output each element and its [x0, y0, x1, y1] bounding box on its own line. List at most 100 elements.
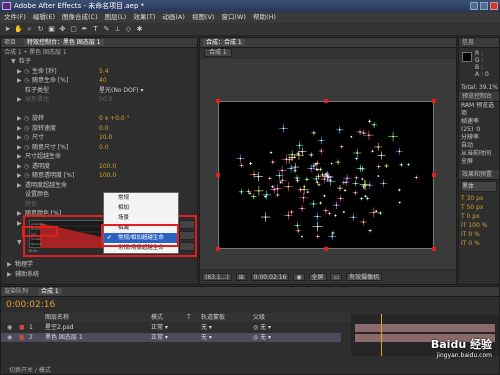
playhead[interactable]	[381, 314, 382, 356]
effect-row[interactable]: ▶ 球形柔化 50.0	[1, 95, 197, 104]
layer-parent-select[interactable]: ◎ 无 ▾	[253, 323, 271, 332]
tab-project[interactable]: 项目	[4, 39, 16, 46]
puppet-tool-icon[interactable]: ✱	[135, 25, 144, 34]
stopwatch-icon[interactable]: ◷	[24, 114, 29, 123]
stopwatch-icon[interactable]: ◷	[24, 143, 29, 152]
tab-preview[interactable]: 预览控制台	[459, 92, 499, 102]
effect-row[interactable]: ▶ ◷ 生命 [秒] 5.4	[1, 67, 197, 76]
font-select[interactable]: 黑体	[461, 181, 497, 192]
camera-tool-icon[interactable]: ▣	[47, 25, 56, 34]
effect-row[interactable]: ▶ ◷ 透明度 100.0	[1, 162, 197, 171]
zoom-tool-icon[interactable]: ⌕	[25, 25, 34, 34]
rotate-tool-icon[interactable]: ↻	[36, 25, 45, 34]
effect-row-value[interactable]: 100.0	[99, 171, 116, 180]
effect-row-value[interactable]: 50.0	[99, 95, 112, 104]
pen-tool-icon[interactable]: ✒	[80, 25, 89, 34]
expand-right-icon[interactable]: ▶	[17, 162, 22, 171]
composition-canvas[interactable]	[218, 101, 434, 249]
layer-bar-1[interactable]	[355, 324, 495, 332]
character-scale-value[interactable]: IT 0 %	[461, 230, 499, 239]
effect-row[interactable]: ▶ ◷ 随意生命 [%] 40	[1, 76, 197, 85]
effect-row-value[interactable]: 40	[99, 76, 107, 85]
expand-right-icon[interactable]: ▶	[17, 209, 22, 218]
maximize-button[interactable]	[480, 2, 488, 10]
resolution-select[interactable]: 全屏	[308, 273, 327, 281]
effect-row[interactable]: ▶ ◷ 旋转速度 0.0	[1, 124, 197, 133]
timeline-layer-row[interactable]: ◉ ■ 2 黑色 固态层 1 正常 ▾ 无 ▾ ◎ 无 ▾	[1, 333, 341, 342]
expand-right-icon[interactable]: ▶	[17, 219, 22, 228]
tab-render-queue[interactable]: 渲染队列	[4, 288, 28, 295]
expand-right-icon[interactable]: ▶	[17, 95, 22, 104]
tab-composition[interactable]: 合成：合成 1	[203, 39, 245, 46]
clone-tool-icon[interactable]: ⊥	[113, 25, 122, 34]
tab-effects-presets[interactable]: 效果和预置	[459, 170, 499, 180]
mask-tool-icon[interactable]: ▢	[69, 25, 78, 34]
timeline-timecode[interactable]: 0:00:02:16	[1, 297, 499, 313]
character-size-value[interactable]: T 0 px	[461, 212, 499, 221]
layer-label-color[interactable]: ■	[19, 333, 25, 342]
dropdown-option[interactable]: ✔ 常规/相加超越生命	[104, 233, 178, 243]
handle-bottom-right[interactable]	[432, 247, 436, 251]
handle-bottom-left[interactable]	[216, 247, 220, 251]
text-tool-icon[interactable]: T	[91, 25, 100, 34]
effect-row-value[interactable]: 0 x +0.0 °	[99, 114, 130, 123]
expand-right-icon[interactable]: ▶	[17, 114, 22, 123]
effect-row[interactable]: ▶ ◷ 随意透明度 [%] 100.0	[1, 171, 197, 180]
minimize-button[interactable]	[470, 2, 478, 10]
particle-type-select[interactable]: 星光(No DOF) ▾	[99, 86, 143, 95]
effect-row[interactable]: 粒子类型 星光(No DOF) ▾	[1, 86, 197, 95]
eraser-tool-icon[interactable]: ◇	[124, 25, 133, 34]
effect-row[interactable]	[1, 105, 197, 114]
stopwatch-icon[interactable]: ◷	[24, 67, 29, 76]
expand-right-icon[interactable]: ▶	[17, 171, 22, 180]
effect-row[interactable]: ▶ ◷ 旋转 0 x +0.0 °	[1, 114, 197, 123]
handle-bottom-center[interactable]	[324, 247, 328, 251]
col-mode[interactable]: 模式	[151, 313, 163, 322]
stopwatch-icon[interactable]: ◷	[24, 76, 29, 85]
effect-row[interactable]: ▶ 尺寸超越生命	[1, 152, 197, 161]
effect-row-value[interactable]: 0.0	[99, 143, 109, 152]
tab-effect-controls[interactable]: 特效控制台：黑色 固态层 1	[23, 39, 104, 46]
composition-viewer[interactable]	[200, 59, 456, 269]
layer-track-matte-select[interactable]: 无 ▾	[201, 323, 212, 332]
brush-tool-icon[interactable]: ✎	[102, 25, 111, 34]
selection-tool-icon[interactable]: ➤	[3, 25, 12, 34]
layer-parent-select[interactable]: ◎ 无 ▾	[253, 333, 271, 342]
dropdown-option[interactable]: 相加	[104, 203, 178, 213]
from-current-checkbox[interactable]: 从当前时间	[461, 150, 499, 158]
effect-row[interactable]: ▶ ◷ 随意尺寸 [%] 0.0	[1, 143, 197, 152]
expand-right-icon[interactable]: ▶	[17, 152, 22, 161]
expand-right-icon[interactable]: ▶	[17, 143, 22, 152]
graph-copy-button[interactable]	[179, 231, 195, 240]
character-scale-value[interactable]: IT 0 %	[461, 239, 499, 248]
expand-right-icon[interactable]: ▶	[17, 76, 22, 85]
grid-button[interactable]: ⊞	[235, 273, 247, 281]
layer-number[interactable]: 1	[29, 323, 33, 332]
character-size-value[interactable]: T 30 px	[461, 194, 499, 203]
layer-label-color[interactable]: ■	[19, 323, 25, 332]
col-parent[interactable]: 父级	[253, 313, 265, 322]
menu-item-5[interactable]: 动画(A)	[162, 12, 185, 23]
stopwatch-icon[interactable]: ◷	[24, 162, 29, 171]
resolution-value[interactable]: 自动	[461, 142, 499, 150]
transfer-mode-dropdown-menu[interactable]: 常规 相加 场景 相减 ✔ 常规/相加超越生命 常规/场景超越生命	[103, 192, 179, 254]
handle-top-left[interactable]	[216, 99, 220, 103]
dropdown-option[interactable]: 常规/场景超越生命	[104, 243, 178, 253]
handle-top-center[interactable]	[324, 99, 328, 103]
expand-right-icon[interactable]: ▶	[17, 124, 22, 133]
snapshot-button[interactable]: ◉	[293, 273, 305, 281]
expand-down-icon[interactable]: ▼	[11, 57, 16, 66]
layer-track-matte-select[interactable]: 无 ▾	[201, 333, 212, 342]
effect-row-value[interactable]: 100.0	[99, 162, 116, 171]
dropdown-option[interactable]: 相减	[104, 223, 178, 233]
tab-timeline-comp[interactable]: 合成 1	[37, 288, 62, 295]
menu-item-8[interactable]: 帮助(H)	[253, 12, 276, 23]
stopwatch-icon[interactable]: ◷	[24, 124, 29, 133]
graph-paste-button[interactable]	[179, 242, 195, 251]
handle-top-right[interactable]	[432, 99, 436, 103]
graph-reset-button[interactable]	[179, 220, 195, 229]
col-layer-name[interactable]: 图层名称	[45, 313, 69, 322]
timeline-layer-row[interactable]: ◉ ■ 1 星空2.psd 正常 ▾ 无 ▾ ◎ 无 ▾	[1, 323, 341, 332]
composition-subtab[interactable]: 合成 1	[204, 48, 232, 57]
expand-right-icon[interactable]: ▶	[7, 270, 12, 279]
